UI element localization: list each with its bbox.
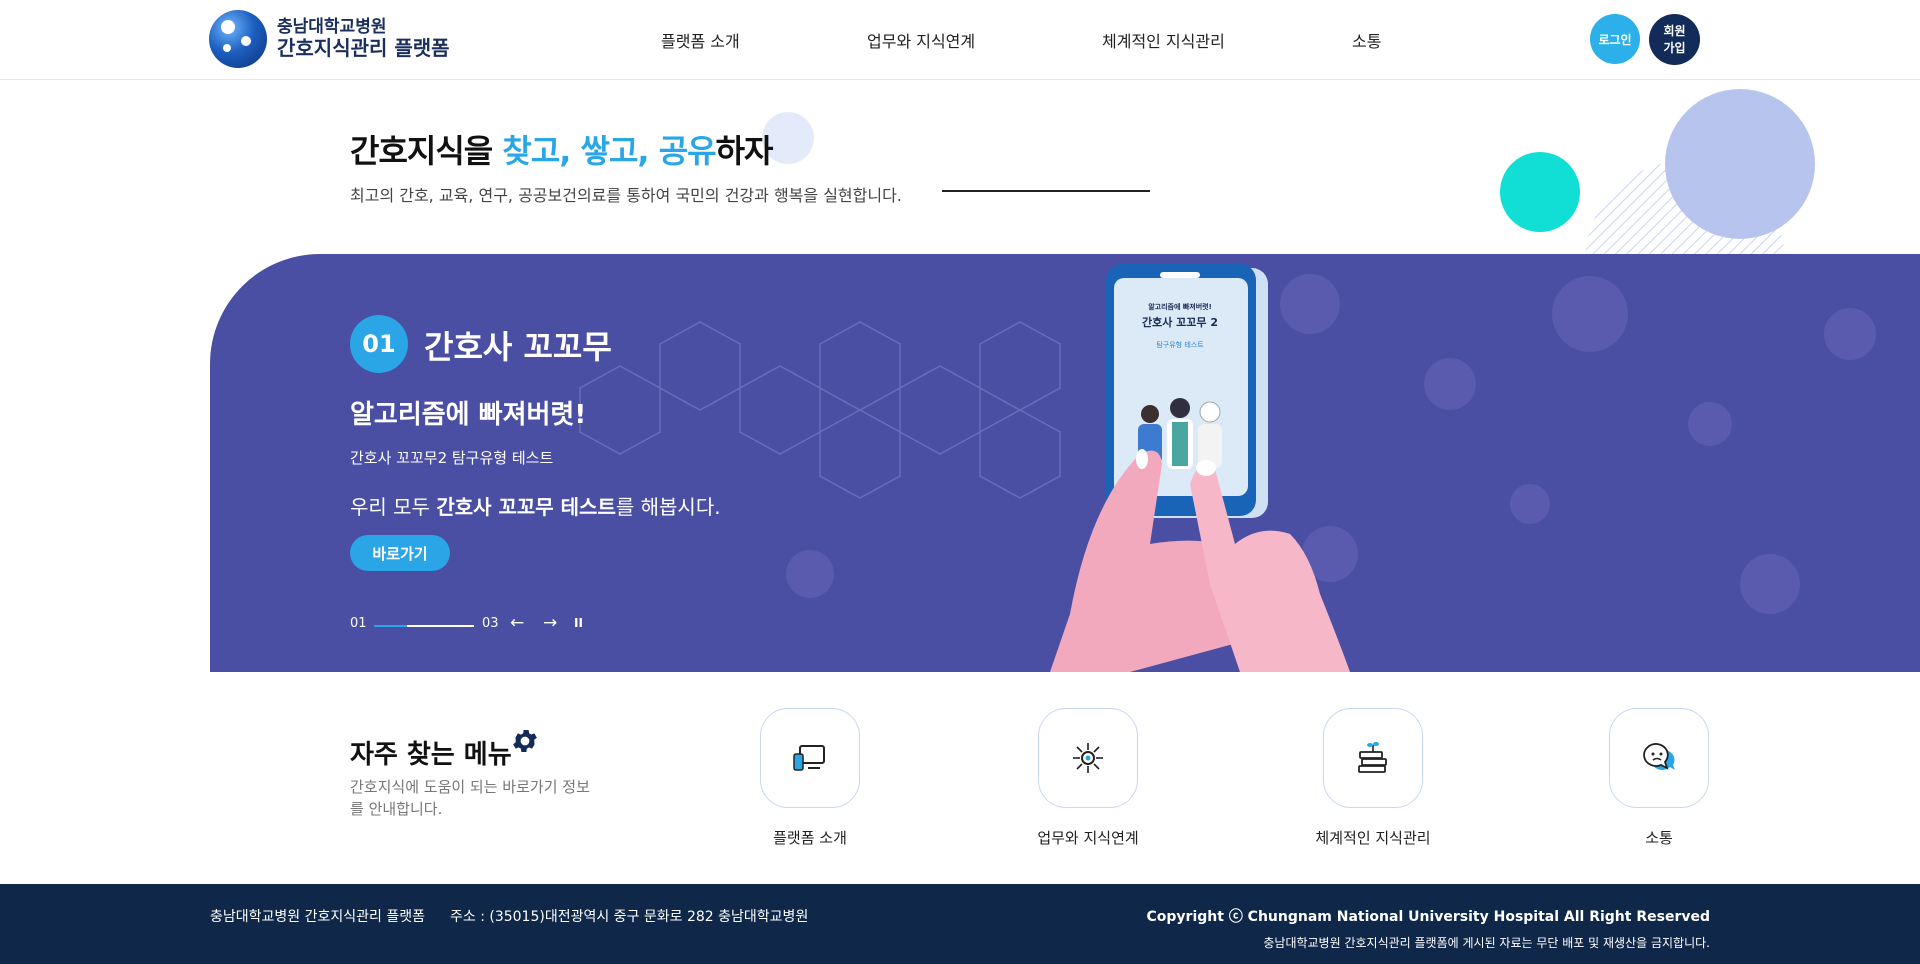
footer-notice: 충남대학교병원 간호지식관리 플랫폼에 게시된 자료는 무단 배포 및 재생산을… <box>1263 936 1710 950</box>
site-footer: 충남대학교병원 간호지식관리 플랫폼 주소 : (35015)대전광역시 중구 … <box>0 884 1920 964</box>
slide-title: 간호사 꼬꼬무 <box>424 328 612 366</box>
shortcut-button[interactable]: 바로가기 <box>350 535 450 571</box>
nav-work-knowledge[interactable]: 업무와 지식연계 <box>867 28 975 52</box>
logo-line2: 간호지식관리 플랫폼 <box>277 36 450 61</box>
quick-menu-label-platform[interactable]: 플랫폼 소개 <box>773 827 847 848</box>
desc-prefix: 우리 모두 <box>350 495 437 519</box>
footer-site-name: 충남대학교병원 간호지식관리 플랫폼 <box>210 909 425 925</box>
logo-text: 충남대학교병원 간호지식관리 플랫폼 <box>277 16 450 61</box>
frequent-menu-desc: 간호지식에 도움이 되는 바로가기 정보를 안내합니다. <box>350 778 590 818</box>
join-label-1: 회원 <box>1663 24 1686 39</box>
pager-progress-track <box>374 625 474 627</box>
footer-address: 주소 : (35015)대전광역시 중구 문화로 282 충남대학교병원 <box>450 909 809 925</box>
site-header: 충남대학교병원 간호지식관리 플랫폼 플랫폼 소개 업무와 지식연계 체계적인 … <box>0 0 1920 80</box>
slide-heading: 알고리즘에 빠져버렷! <box>350 400 587 430</box>
headline-suffix: 하자 <box>715 132 774 170</box>
next-arrow-icon[interactable]: → <box>543 613 557 633</box>
frequent-title-text: 자주 찾는 메뉴 <box>350 740 512 770</box>
footer-copyright: Copyright ⓒ Chungnam National University… <box>1146 909 1710 925</box>
subline-divider <box>942 190 1150 192</box>
site-logo[interactable]: 충남대학교병원 간호지식관리 플랫폼 <box>209 10 450 68</box>
hero-headline: 간호지식을 찾고, 쌓고, 공유하자 <box>350 126 774 172</box>
join-label-2: 가입 <box>1663 40 1686 55</box>
decor-blue-circle <box>1665 89 1815 239</box>
chat-icon <box>1643 743 1675 770</box>
logo-line1: 충남대학교병원 <box>277 16 387 37</box>
slide-number-badge: 01 <box>350 315 408 373</box>
phone-sub-text: 탐구유형 테스트 <box>1156 341 1204 349</box>
hero-decoration <box>1500 89 1815 261</box>
pager-total: 03 <box>482 616 499 631</box>
headline-accent: 찾고, 쌓고, 공유 <box>502 132 716 170</box>
quick-menu-communication[interactable] <box>1609 708 1709 808</box>
monitor-icon <box>793 745 825 771</box>
nav-communication[interactable]: 소통 <box>1352 28 1381 52</box>
desc-suffix: 를 해봅시다. <box>615 495 721 519</box>
pause-icon[interactable]: II <box>574 616 583 630</box>
phone-title-text: 간호사 꼬꼬무 2 <box>1141 316 1219 329</box>
books-icon <box>1358 742 1387 773</box>
phone-screen-text: 알고리즘에 빠져버렷! 간호사 꼬꼬무 2 탐구유형 테스트 <box>1130 302 1230 350</box>
logo-mark-icon <box>209 10 267 68</box>
slide-small-text: 간호사 꼬꼬무2 탐구유형 테스트 <box>350 449 554 467</box>
gear-icon <box>513 730 537 752</box>
network-icon <box>1073 743 1103 773</box>
quick-menu-knowledge[interactable] <box>1323 708 1423 808</box>
nav-knowledge-management[interactable]: 체계적인 지식관리 <box>1102 28 1225 52</box>
phone-small-text: 알고리즘에 빠져버렷! <box>1148 303 1212 311</box>
quick-menu-platform[interactable] <box>760 708 860 808</box>
hero-subline: 최고의 간호, 교육, 연구, 공공보건의료를 통하여 국민의 건강과 행복을 … <box>350 186 902 205</box>
decor-teal-circle <box>1500 152 1580 232</box>
prev-arrow-icon[interactable]: ← <box>510 613 524 633</box>
pager-current: 01 <box>350 616 367 631</box>
quick-menu-label-work[interactable]: 업무와 지식연계 <box>1037 827 1138 848</box>
headline-prefix: 간호지식을 <box>350 132 503 170</box>
quick-menu-work[interactable] <box>1038 708 1138 808</box>
login-button[interactable]: 로그인 <box>1590 14 1640 64</box>
desc-bold: 간호사 꼬꼬무 테스트 <box>436 495 616 519</box>
slide-description: 우리 모두 간호사 꼬꼬무 테스트를 해봅시다. <box>350 491 721 520</box>
quick-menu-label-knowledge[interactable]: 체계적인 지식관리 <box>1315 827 1430 848</box>
join-button[interactable]: 회원 가입 <box>1649 14 1700 65</box>
quick-menu-label-communication[interactable]: 소통 <box>1645 827 1673 848</box>
pager-progress-fill <box>374 625 407 627</box>
frequent-menu-title: 자주 찾는 메뉴 <box>350 730 537 771</box>
nav-platform-intro[interactable]: 플랫폼 소개 <box>661 28 740 52</box>
